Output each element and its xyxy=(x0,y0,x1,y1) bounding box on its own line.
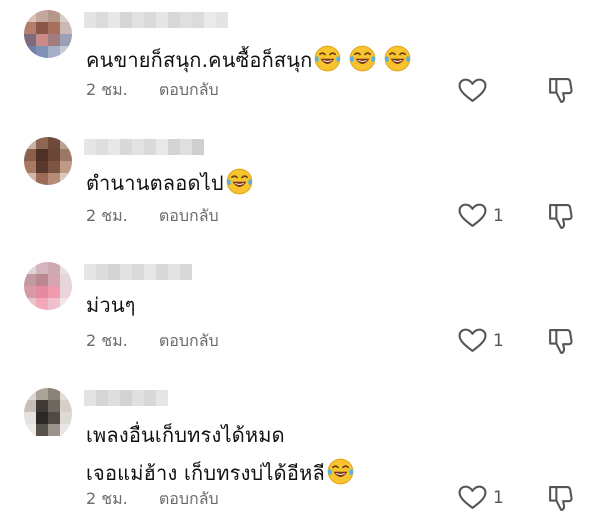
username-blurred[interactable] xyxy=(84,12,228,28)
thumbs-down-outline-icon xyxy=(548,203,573,230)
avatar[interactable] xyxy=(24,137,72,185)
comment-meta: 2 ชม. ตอบกลับ xyxy=(86,331,219,351)
comment-meta: 2 ชม. ตอบกลับ xyxy=(86,206,219,226)
username-blurred[interactable] xyxy=(84,390,168,406)
dislike-button[interactable] xyxy=(548,203,573,234)
comment-time: 2 ชม. xyxy=(86,206,128,225)
face-with-tears-of-joy-icon xyxy=(349,45,376,72)
avatar[interactable] xyxy=(24,388,72,440)
reply-button[interactable]: ตอบกลับ xyxy=(159,489,219,509)
comment-time: 2 ชม. xyxy=(86,80,128,99)
comment-text: ตำนานตลอดไป xyxy=(86,165,253,201)
dislike-button[interactable] xyxy=(548,328,573,359)
like-button[interactable]: 1 xyxy=(458,485,504,510)
comment-text: คนขายก็สนุก.คนซื้อก็สนุก xyxy=(86,42,411,78)
face-with-tears-of-joy-icon xyxy=(384,45,411,72)
comment-time: 2 ชม. xyxy=(86,331,128,350)
face-with-tears-of-joy-icon xyxy=(314,45,341,72)
dislike-button[interactable] xyxy=(548,77,573,108)
comment-text-line: ตำนานตลอดไป xyxy=(86,171,224,195)
dislike-button[interactable] xyxy=(548,485,573,516)
heart-outline-icon xyxy=(458,203,487,228)
avatar[interactable] xyxy=(24,262,72,310)
reply-button[interactable]: ตอบกลับ xyxy=(159,206,219,226)
comment-text-line: ม่วนๆ xyxy=(86,293,136,317)
thumbs-down-outline-icon xyxy=(548,77,573,104)
comment-text-line: เจอแม่ฮ้าง เก็บทรงบ่ได้อีหลี xyxy=(86,455,354,491)
comment-meta: 2 ชม. ตอบกลับ xyxy=(86,80,219,100)
thumbs-down-outline-icon xyxy=(548,485,573,512)
comment-time: 2 ชม. xyxy=(86,489,128,508)
thumbs-down-outline-icon xyxy=(548,328,573,355)
username-blurred[interactable] xyxy=(84,264,192,280)
username-blurred[interactable] xyxy=(84,139,204,155)
reply-button[interactable]: ตอบกลับ xyxy=(159,331,219,351)
face-with-tears-of-joy-icon xyxy=(226,168,253,195)
comment-text-line: คนขายก็สนุก.คนซื้อก็สนุก xyxy=(86,48,313,72)
comment-text-line2: เจอแม่ฮ้าง เก็บทรงบ่ได้อีหลี xyxy=(86,461,325,485)
avatar[interactable] xyxy=(24,10,72,58)
comment-text: ม่วนๆ xyxy=(86,287,136,323)
like-button[interactable]: 1 xyxy=(458,328,504,353)
comment-text-line: เพลงอื่นเก็บทรงได้หมด xyxy=(86,423,285,447)
heart-outline-icon xyxy=(458,78,487,103)
like-button[interactable]: 1 xyxy=(458,203,504,228)
comment-meta: 2 ชม. ตอบกลับ xyxy=(86,489,219,509)
like-count: 1 xyxy=(493,487,504,508)
comment-text: เพลงอื่นเก็บทรงได้หมด เจอแม่ฮ้าง เก็บทรง… xyxy=(86,417,354,491)
like-count: 1 xyxy=(493,205,504,226)
face-with-tears-of-joy-icon xyxy=(327,458,354,485)
heart-outline-icon xyxy=(458,328,487,353)
like-button[interactable] xyxy=(458,78,493,103)
like-count: 1 xyxy=(493,330,504,351)
heart-outline-icon xyxy=(458,485,487,510)
reply-button[interactable]: ตอบกลับ xyxy=(159,80,219,100)
